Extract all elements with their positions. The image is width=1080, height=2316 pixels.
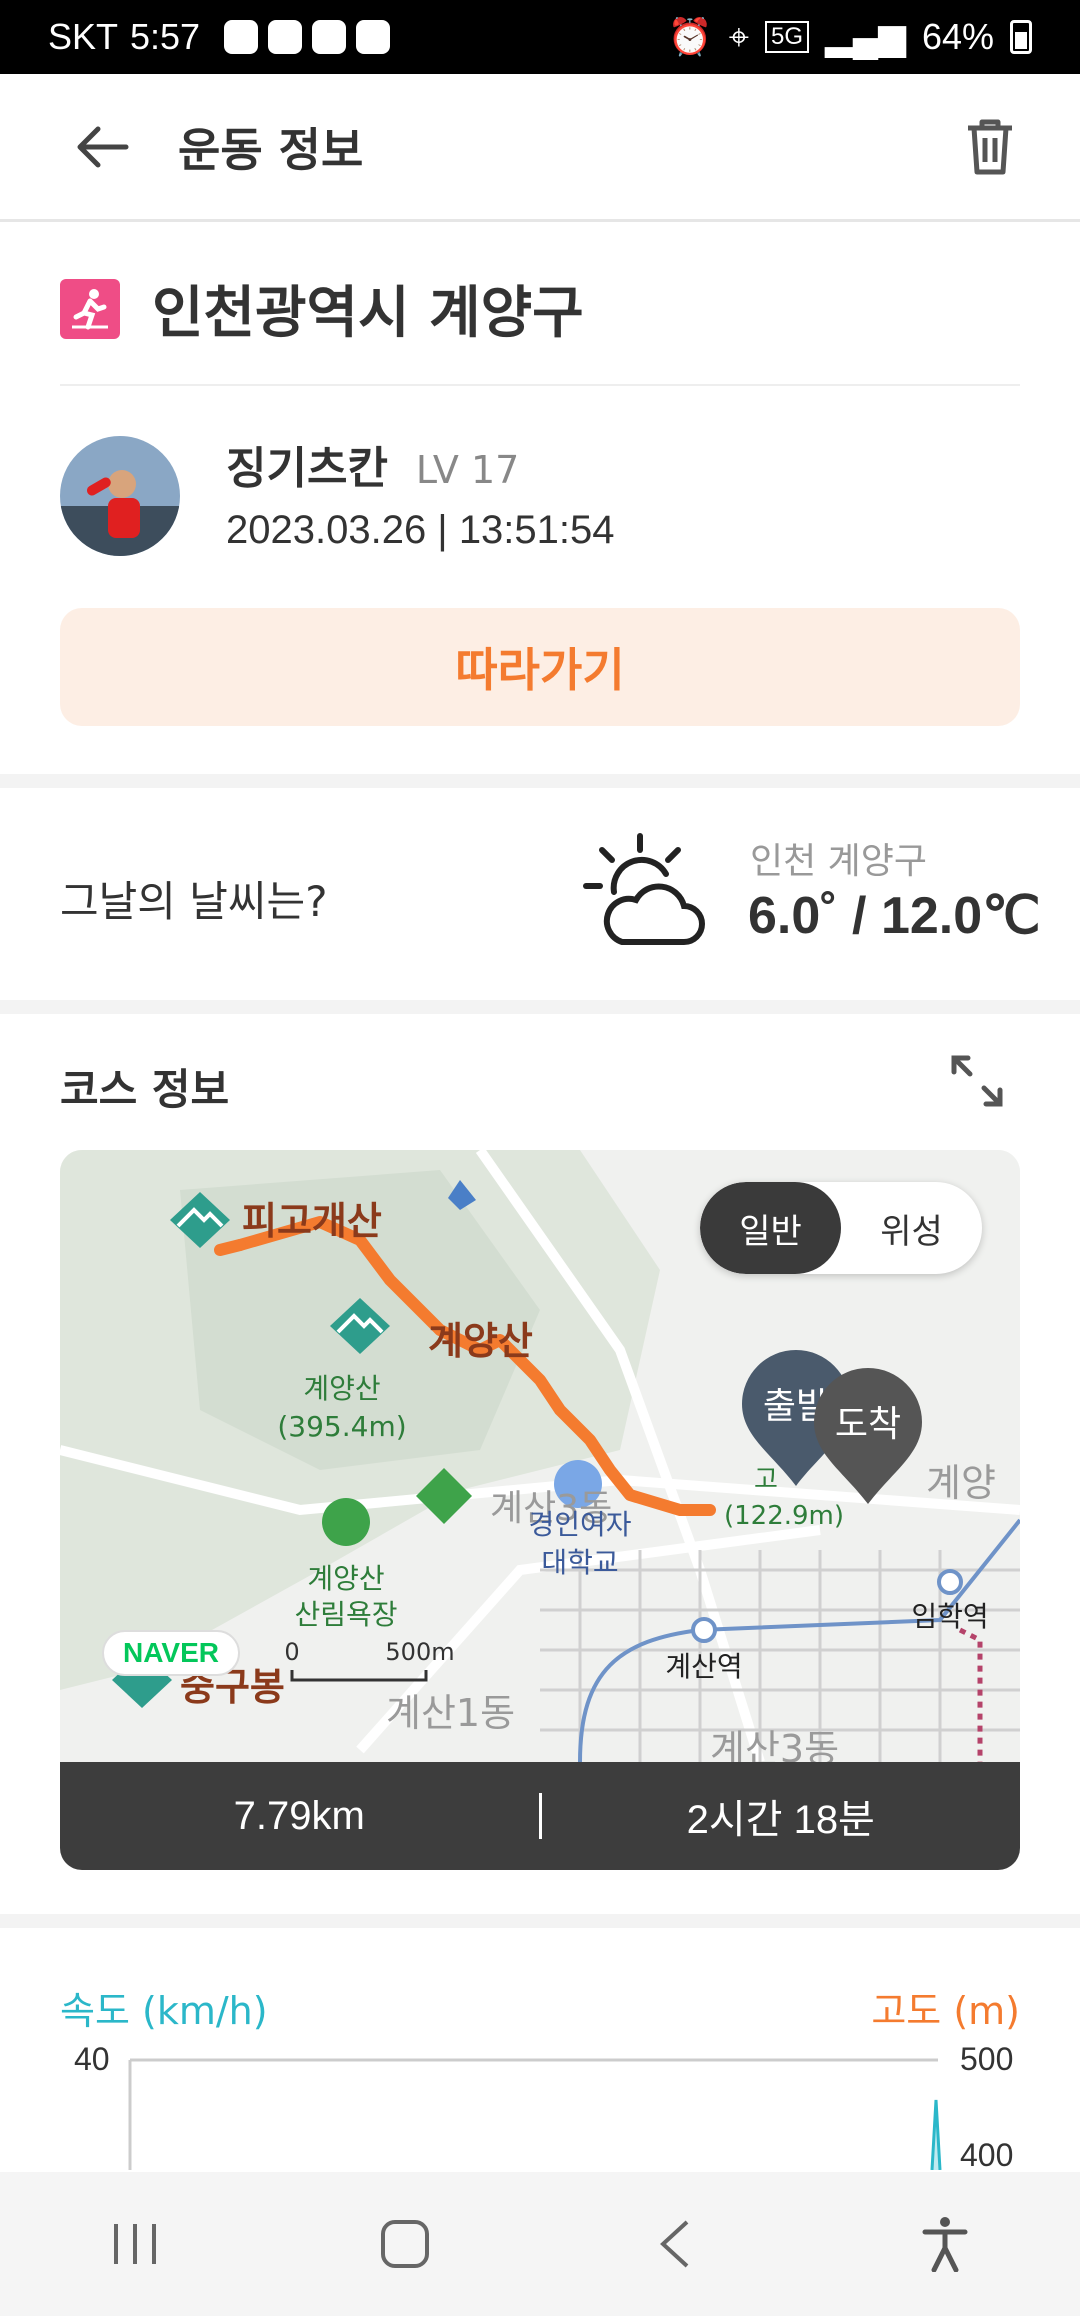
avatar[interactable] (60, 436, 180, 556)
divider (60, 384, 1020, 386)
course-title: 코스 정보 (60, 1065, 230, 1114)
altitude-tick-400: 400 (960, 2137, 1013, 2170)
activity-datetime: 2023.03.26 | 13:51:54 (226, 508, 615, 552)
location-title: 인천광역시 계양구 (152, 281, 584, 346)
accessibility-icon (922, 2217, 968, 2272)
section-divider-3 (0, 1914, 1080, 1928)
speed-altitude-chart: 40 500 400 (74, 2041, 1013, 2170)
battery-icon (1010, 20, 1032, 54)
accessibility-button[interactable] (890, 2189, 1000, 2299)
map-label-gyesan3b: 계산3동 (710, 1727, 839, 1762)
section-divider-2 (0, 1000, 1080, 1014)
signal-icon: ▂▄▆ (825, 16, 906, 57)
course-distance: 7.79km (233, 1793, 365, 1838)
carrier-label: SKT (48, 16, 119, 57)
map-label-station1: 계산역 (665, 1650, 742, 1683)
map-label-alt1: 고 (754, 1465, 778, 1495)
back-nav-button[interactable] (620, 2189, 730, 2299)
page-title: 운동 정보 (178, 122, 364, 177)
chevron-left-icon (660, 2220, 689, 2268)
trash-icon (968, 119, 1012, 174)
course-map[interactable]: 피고개산 계양산 계양산 (395.4m) 계양산 산림욕장 계산3동 경인여자… (60, 1150, 1020, 1762)
recents-icon (114, 2224, 156, 2264)
expand-icon[interactable] (950, 1054, 1004, 1108)
weather-label: 그날의 날씨는? (60, 877, 328, 926)
map-label-univ2: 대학교 (541, 1546, 618, 1579)
partly-cloudy-icon (583, 833, 705, 945)
speed-axis-label: 속도 (km/h) (60, 1989, 268, 2033)
map-label-gyesan1: 계산1동 (386, 1691, 515, 1735)
map-scale-500: 500m (385, 1638, 454, 1666)
map-type-toggle: 일반 위성 (700, 1182, 982, 1274)
system-nav-bar (0, 2172, 1080, 2316)
map-type-satellite[interactable]: 위성 (841, 1182, 982, 1274)
alarm-icon: ⏰ (667, 16, 713, 57)
delete-button[interactable] (950, 107, 1030, 187)
app-bar: 운동 정보 (0, 74, 1080, 222)
youtube-icon (312, 20, 347, 54)
altitude-axis-label: 고도 (m) (871, 1989, 1020, 2033)
status-time: 5:57 (130, 16, 201, 57)
weather-temperature: 6.0˚ / 12.0℃ (748, 887, 1041, 945)
map-label-forest2: 산림욕장 (294, 1598, 397, 1631)
home-button[interactable] (350, 2189, 460, 2299)
end-marker-label: 도착 (835, 1404, 901, 1445)
status-bar: SKT 5:57 ⏰ ⌖ 5G ▂▄▆ 64% (0, 0, 1080, 74)
walking-icon (60, 278, 120, 339)
map-scale-zero: 0 (284, 1638, 299, 1666)
music-icon (224, 20, 259, 54)
map-label-alt2: (122.9m) (724, 1501, 844, 1531)
location-icon: ⌖ (728, 15, 750, 57)
recents-button[interactable] (80, 2189, 190, 2299)
activity-location-row: 인천광역시 계양구 (60, 268, 584, 349)
back-button[interactable] (52, 97, 152, 197)
music-icon-2 (268, 20, 303, 54)
map-label-univ1: 경인여자 (528, 1508, 631, 1541)
speed-tick-40: 40 (74, 2041, 110, 2077)
map-label-gyeyang: 계양 (926, 1461, 996, 1505)
user-level: LV 17 (415, 448, 520, 492)
course-stats-bar: 7.79km 2시간 18분 (60, 1762, 1020, 1870)
altitude-tick-500: 500 (960, 2041, 1013, 2077)
map-label-peak1: 피고개산 (242, 1199, 382, 1243)
map-type-normal[interactable]: 일반 (700, 1182, 841, 1274)
map-label-peak2-sub2: (395.4m) (277, 1410, 406, 1443)
user-name[interactable]: 징기츠칸 (226, 443, 388, 494)
course-duration: 2시간 18분 (686, 1798, 875, 1842)
home-icon (381, 2220, 429, 2268)
instagram-icon (356, 20, 391, 54)
map-label-peak2: 계양산 (428, 1319, 533, 1363)
user-name-row: 징기츠칸 LV 17 (226, 432, 519, 496)
section-divider (0, 774, 1080, 788)
battery-percent: 64% (921, 16, 994, 57)
follow-button[interactable]: 따라가기 (60, 608, 1020, 726)
map-label-station2: 임학역 (911, 1600, 988, 1633)
weather-location: 인천 계양구 (750, 841, 928, 882)
naver-logo: NAVER (102, 1630, 240, 1676)
network-label: 5G (765, 21, 810, 53)
back-arrow-icon (77, 126, 129, 167)
map-label-peak2-sub1: 계양산 (303, 1372, 380, 1405)
map-label-forest1: 계양산 (307, 1562, 384, 1595)
